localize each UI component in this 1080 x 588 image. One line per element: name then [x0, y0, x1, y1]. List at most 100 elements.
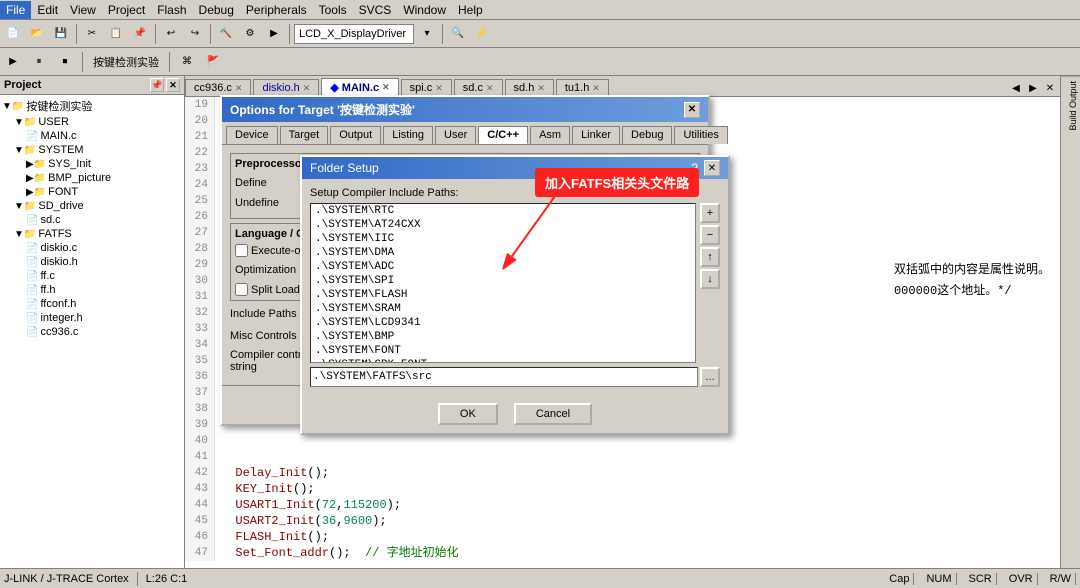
options-tab-asm[interactable]: Asm — [530, 126, 570, 144]
path-item-dma[interactable]: .\SYSTEM\DMA — [311, 246, 695, 260]
paths-down-btn[interactable]: ↓ — [700, 269, 720, 289]
tab-sd-h[interactable]: sd.h ✕ — [505, 79, 554, 96]
options-dialog-close[interactable]: ✕ — [684, 102, 700, 118]
path-item-gbk[interactable]: .\SYSTEM\GBK_FONT — [311, 358, 695, 363]
tree-sd-c[interactable]: 📄 sd.c — [2, 213, 182, 227]
tree-diskio-h[interactable]: 📄 diskio.h — [2, 255, 182, 269]
tab-sd-c[interactable]: sd.c ✕ — [454, 79, 503, 96]
tree-bmp[interactable]: ▶ 📁 BMP_picture — [2, 171, 182, 185]
path-item-lcd[interactable]: .\SYSTEM\LCD9341 — [311, 316, 695, 330]
tab-main-c-close[interactable]: ✕ — [382, 82, 390, 93]
tb-open[interactable]: 📂 — [26, 23, 48, 45]
options-tab-cc[interactable]: C/C++ — [478, 126, 528, 144]
menu-flash[interactable]: Flash — [151, 1, 192, 19]
tab-sd-h-close[interactable]: ✕ — [537, 83, 545, 94]
tb-dd-arrow[interactable]: ▾ — [416, 23, 438, 45]
path-item-adc[interactable]: .\SYSTEM\ADC — [311, 260, 695, 274]
path-item-font[interactable]: .\SYSTEM\FONT — [311, 344, 695, 358]
tab-tu1-h-close[interactable]: ✕ — [592, 83, 600, 94]
menu-peripherals[interactable]: Peripherals — [240, 1, 313, 19]
tab-close-all[interactable]: ✕ — [1042, 80, 1058, 96]
folder-help-icon[interactable]: ? — [691, 161, 698, 175]
tb2-btn3[interactable]: ⏹ — [54, 51, 76, 73]
options-tab-listing[interactable]: Listing — [383, 126, 433, 144]
path-item-spi[interactable]: .\SYSTEM\SPI — [311, 274, 695, 288]
tree-main-c[interactable]: 📄 MAIN.c — [2, 129, 182, 143]
tb2-flag[interactable]: 🚩 — [202, 51, 224, 73]
tree-font[interactable]: ▶ 📁 FONT — [2, 185, 182, 199]
project-panel-pin[interactable]: 📌 — [150, 78, 164, 92]
menu-window[interactable]: Window — [397, 1, 452, 19]
tab-prev[interactable]: ◀ — [1008, 80, 1024, 96]
tb-rebuild[interactable]: ⚙ — [239, 23, 261, 45]
folder-setup-close[interactable]: ✕ — [704, 160, 720, 176]
tree-ff-h[interactable]: 📄 ff.h — [2, 283, 182, 297]
tree-sd-drive[interactable]: ▼ 📁 SD_drive — [2, 199, 182, 213]
tree-ff-c[interactable]: 📄 ff.c — [2, 269, 182, 283]
paths-list[interactable]: .\SYSTEM\RTC .\SYSTEM\AT24CXX .\SYSTEM\I… — [310, 203, 696, 363]
menu-view[interactable]: View — [64, 1, 102, 19]
menu-tools[interactable]: Tools — [313, 1, 353, 19]
menu-debug[interactable]: Debug — [193, 1, 240, 19]
path-item-flash[interactable]: .\SYSTEM\FLASH — [311, 288, 695, 302]
path-item-rtc[interactable]: .\SYSTEM\RTC — [311, 204, 695, 218]
tb-copy[interactable]: 📋 — [105, 23, 127, 45]
menu-edit[interactable]: Edit — [31, 1, 64, 19]
paths-up-btn[interactable]: ↑ — [700, 247, 720, 267]
tb-new[interactable]: 📄 — [2, 23, 24, 45]
path-item-sram[interactable]: .\SYSTEM\SRAM — [311, 302, 695, 316]
tb-build[interactable]: 🔨 — [215, 23, 237, 45]
tab-spi-c-close[interactable]: ✕ — [435, 83, 443, 94]
tab-main-c[interactable]: ◆ MAIN.c ✕ — [321, 78, 398, 96]
path-item-iic[interactable]: .\SYSTEM\IIC — [311, 232, 695, 246]
tree-diskio-c[interactable]: 📄 diskio.c — [2, 241, 182, 255]
project-panel-close[interactable]: ✕ — [166, 78, 180, 92]
tree-system[interactable]: ▼ 📁 SYSTEM — [2, 143, 182, 157]
options-tab-utilities[interactable]: Utilities — [674, 126, 727, 144]
tb-search[interactable]: 🔍 — [447, 23, 469, 45]
tb-options[interactable]: ⚡ — [471, 23, 493, 45]
tb-undo[interactable]: ↩ — [160, 23, 182, 45]
tab-tu1-h[interactable]: tu1.h ✕ — [556, 79, 609, 96]
paths-add-btn[interactable]: + — [700, 203, 720, 223]
paths-del-btn[interactable]: − — [700, 225, 720, 245]
menu-svcs[interactable]: SVCS — [353, 1, 398, 19]
tab-spi-c[interactable]: spi.c ✕ — [401, 79, 452, 96]
options-tab-target[interactable]: Target — [280, 126, 329, 144]
tab-diskio-h-close[interactable]: ✕ — [303, 83, 311, 94]
tb-debug[interactable]: ▶ — [263, 23, 285, 45]
folder-ok-btn[interactable]: OK — [438, 403, 498, 425]
tab-cc936-close[interactable]: ✕ — [235, 83, 243, 94]
tree-cc936-c[interactable]: 📄 cc936.c — [2, 325, 182, 339]
tab-cc936[interactable]: cc936.c ✕ — [185, 79, 251, 96]
menu-help[interactable]: Help — [452, 1, 489, 19]
tb-redo[interactable]: ↪ — [184, 23, 206, 45]
menu-project[interactable]: Project — [102, 1, 151, 19]
path-item-at24[interactable]: .\SYSTEM\AT24CXX — [311, 218, 695, 232]
tree-integer-h[interactable]: 📄 integer.h — [2, 311, 182, 325]
tab-diskio-h[interactable]: diskio.h ✕ — [253, 79, 319, 96]
path-browse-btn[interactable]: … — [700, 367, 720, 387]
options-tab-output[interactable]: Output — [330, 126, 381, 144]
path-input-field[interactable] — [310, 367, 698, 387]
target-dropdown[interactable]: LCD_X_DisplayDriver — [294, 24, 414, 44]
tab-next[interactable]: ▶ — [1025, 80, 1041, 96]
tb-save[interactable]: 💾 — [50, 23, 72, 45]
options-tab-device[interactable]: Device — [226, 126, 278, 144]
tree-sys-init[interactable]: ▶ 📁 SYS_Init — [2, 157, 182, 171]
options-tab-user[interactable]: User — [435, 126, 476, 144]
options-tab-linker[interactable]: Linker — [572, 126, 620, 144]
tab-sd-c-close[interactable]: ✕ — [486, 83, 494, 94]
tb2-btn1[interactable]: ▶ — [2, 51, 24, 73]
tree-ffconf-h[interactable]: 📄 ffconf.h — [2, 297, 182, 311]
tb-cut[interactable]: ✂ — [81, 23, 103, 45]
tree-fatfs[interactable]: ▼ 📁 FATFS — [2, 227, 182, 241]
tree-user[interactable]: ▼ 📁 USER — [2, 115, 182, 129]
path-item-bmp[interactable]: .\SYSTEM\BMP — [311, 330, 695, 344]
tb2-cmd[interactable]: ⌘ — [176, 51, 198, 73]
folder-cancel-btn[interactable]: Cancel — [514, 403, 592, 425]
tb-paste[interactable]: 📌 — [129, 23, 151, 45]
tb2-btn2[interactable]: ⏸ — [28, 51, 50, 73]
tree-root[interactable]: ▼ 📁 按键检测实验 — [2, 97, 182, 115]
menu-file[interactable]: File — [0, 1, 31, 19]
